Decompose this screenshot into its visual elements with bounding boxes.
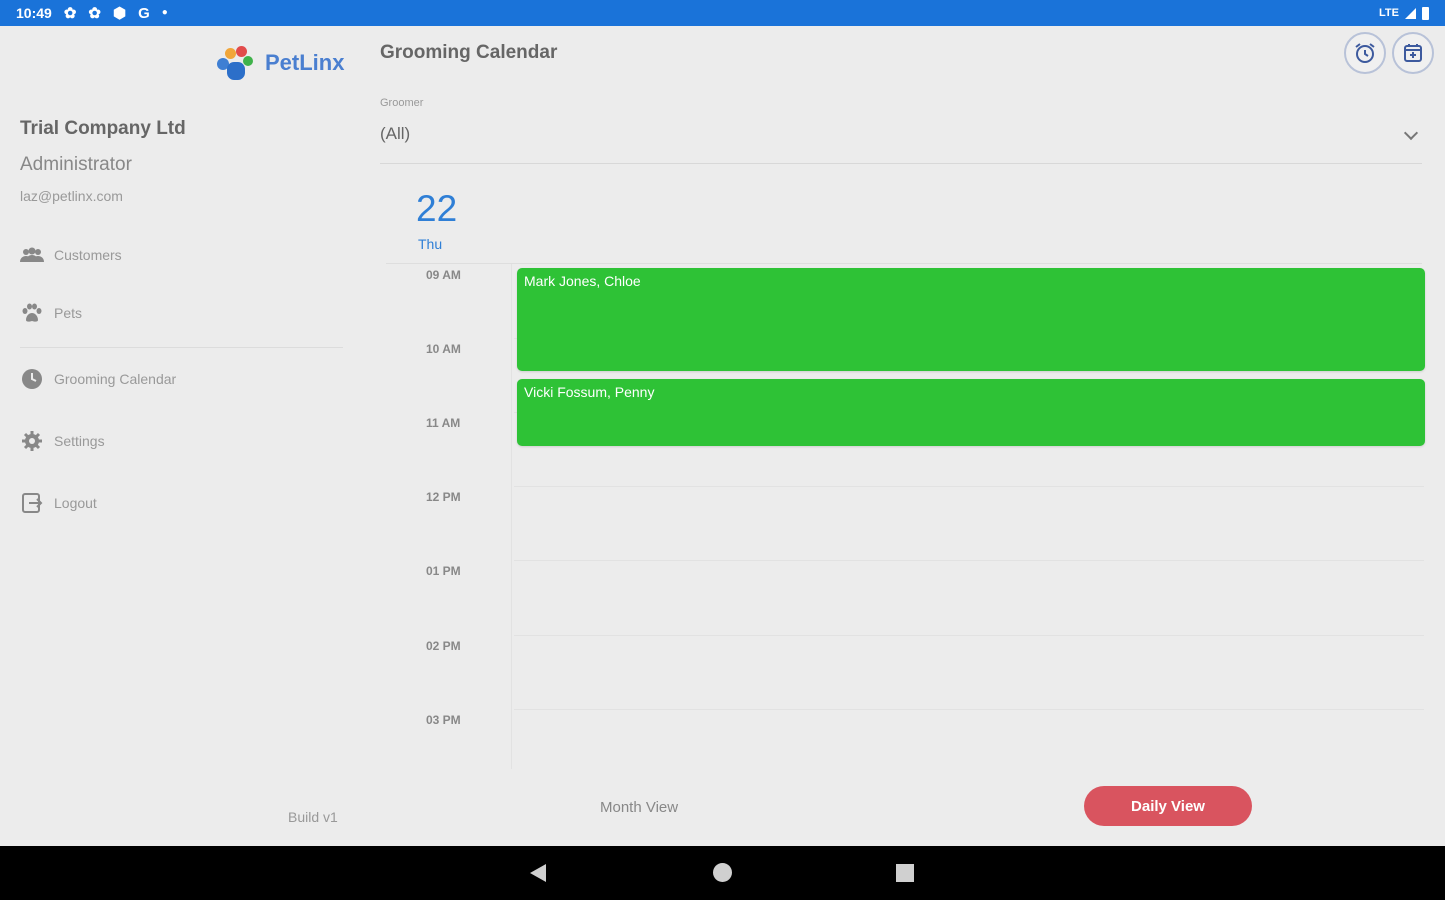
sidebar-item-grooming-calendar[interactable]: Grooming Calendar [20, 368, 176, 390]
header-actions [1344, 32, 1434, 74]
logout-icon [20, 492, 44, 514]
home-icon[interactable] [713, 863, 732, 882]
time-label: 12 PM [426, 490, 461, 504]
hour-gridline [514, 486, 1424, 487]
logo-text: PetLinx [265, 50, 345, 75]
appointment-event[interactable]: Mark Jones, Chloe [517, 268, 1425, 371]
app-logo: PetLinx [215, 44, 344, 82]
day-name: Thu [418, 236, 443, 252]
battery-icon [1422, 6, 1429, 20]
google-icon: G [138, 4, 150, 22]
system-nav-bar [0, 846, 1445, 900]
time-label: 09 AM [426, 268, 461, 282]
shield-icon: ⬢ [112, 4, 127, 22]
appointment-event[interactable]: Vicki Fossum, Penny [517, 379, 1425, 446]
groomer-select-value: (All) [380, 124, 411, 143]
people-icon [20, 244, 44, 266]
page-title: Grooming Calendar [380, 42, 558, 63]
sidebar-item-label: Grooming Calendar [54, 371, 177, 387]
hour-gridline [514, 709, 1424, 710]
appointment-title: Vicki Fossum, Penny [524, 384, 655, 400]
sidebar-item-customers[interactable]: Customers [20, 244, 122, 266]
month-view-button[interactable]: Month View [600, 799, 678, 816]
network-type: LTE [1379, 7, 1399, 19]
day-number[interactable]: 22 [416, 188, 457, 230]
clock-icon [20, 368, 44, 390]
gear-icon [20, 430, 44, 452]
paw-icon [20, 302, 44, 324]
back-icon[interactable] [530, 864, 546, 882]
view-switcher: Month View Daily View [380, 781, 1442, 841]
paw-logo-icon [215, 44, 255, 82]
hour-gridline [514, 635, 1424, 636]
user-email: laz@petlinx.com [20, 188, 123, 204]
build-version: Build v1 [288, 809, 338, 825]
daily-view-button[interactable]: Daily View [1084, 786, 1252, 826]
status-time: 10:49 [16, 5, 52, 21]
sidebar-item-pets[interactable]: Pets [20, 302, 82, 324]
sidebar-item-settings[interactable]: Settings [20, 430, 105, 452]
gear-icon: ✿ [63, 4, 77, 22]
groomer-label: Groomer [380, 97, 424, 109]
hour-gridline [514, 560, 1424, 561]
time-label: 11 AM [426, 416, 461, 430]
time-label: 10 AM [426, 342, 461, 356]
sidebar: PetLinx Trial Company Ltd Administrator … [3, 26, 353, 846]
chevron-down-icon [1403, 125, 1419, 141]
sidebar-divider [20, 347, 343, 348]
status-bar: 10:49 ✿ ✿ ⬢ G ● LTE [0, 0, 1445, 26]
day-timeline[interactable]: 09 AM 10 AM 11 AM 12 PM 01 PM 02 PM 03 P… [380, 264, 1428, 769]
recent-apps-icon[interactable] [896, 864, 914, 882]
user-role: Administrator [20, 154, 132, 175]
sidebar-item-label: Customers [54, 247, 122, 263]
time-label: 03 PM [426, 713, 461, 727]
calendar-add-icon [1404, 44, 1422, 62]
groomer-select[interactable]: (All) [380, 120, 1422, 164]
sidebar-item-label: Settings [54, 433, 105, 449]
alarm-clock-button[interactable] [1344, 32, 1386, 74]
company-name: Trial Company Ltd [20, 118, 186, 139]
alarm-clock-icon [1355, 43, 1375, 63]
dot-icon: ● [161, 7, 168, 18]
gear-icon: ✿ [88, 4, 101, 22]
main-content: Grooming Calendar Groomer (All) 22 Thu 0… [380, 26, 1442, 846]
time-label: 01 PM [426, 564, 461, 578]
app-window: PetLinx Trial Company Ltd Administrator … [3, 26, 1442, 846]
sidebar-item-logout[interactable]: Logout [20, 492, 97, 514]
time-column-divider [511, 264, 512, 769]
appointment-title: Mark Jones, Chloe [524, 273, 641, 289]
calendar-add-button[interactable] [1392, 32, 1434, 74]
sidebar-item-label: Pets [54, 305, 83, 321]
time-label: 02 PM [426, 639, 461, 653]
signal-icon [1405, 7, 1416, 19]
sidebar-item-label: Logout [54, 495, 97, 511]
